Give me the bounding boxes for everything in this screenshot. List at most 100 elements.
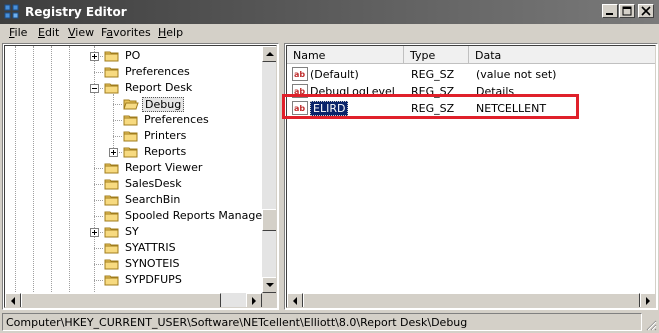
- tree-item[interactable]: Printers: [5, 128, 260, 144]
- scroll-up-button[interactable]: [262, 46, 276, 62]
- current-key-path: Computer\HKEY_CURRENT_USER\Software\NETc…: [2, 313, 642, 331]
- tree-item-label: Reports: [144, 145, 187, 158]
- menu-file[interactable]: File: [9, 26, 27, 39]
- tree-vertical-scrollbar[interactable]: [262, 46, 276, 293]
- expand-button[interactable]: [109, 148, 118, 157]
- list-horizontal-scrollbar[interactable]: [287, 293, 655, 307]
- scroll-right-button[interactable]: [246, 293, 262, 307]
- minus-icon: [92, 88, 97, 89]
- folder-icon: [104, 275, 119, 286]
- tree-item-label: SYNOTEIS: [125, 257, 180, 270]
- svg-text:ab: ab: [294, 70, 305, 79]
- menu-edit[interactable]: Edit: [38, 26, 59, 39]
- resize-grip-icon[interactable]: [645, 319, 657, 331]
- list-scroll-right-button[interactable]: [640, 293, 655, 307]
- key-tree: PO Preferences Report Desk Debug Preferences…: [4, 45, 277, 308]
- arrow-right-icon: [252, 297, 256, 305]
- folder-icon: [104, 259, 119, 270]
- tree-item-label: PO: [125, 49, 141, 62]
- tree-item-label: Debug: [142, 97, 185, 112]
- tree-horizontal-scrollbar[interactable]: [5, 293, 262, 307]
- tree-item[interactable]: Preferences: [5, 112, 260, 128]
- key-tree-pane[interactable]: PO Preferences Report Desk Debug Preferences…: [2, 43, 279, 310]
- folder-icon: [104, 179, 119, 190]
- tree-item[interactable]: Report Desk: [5, 80, 260, 96]
- tree-connector: [94, 264, 103, 265]
- tree-item-label: Report Viewer: [125, 161, 203, 174]
- value-data: (value not set): [476, 68, 557, 81]
- expand-button[interactable]: [90, 228, 99, 237]
- tree-item[interactable]: SYPDFUPS: [5, 272, 260, 288]
- open-folder-icon: [123, 99, 139, 110]
- close-button[interactable]: [638, 4, 654, 18]
- tree-item-label: Preferences: [125, 65, 190, 78]
- tree-connector: [113, 136, 122, 137]
- plus-icon: [92, 54, 97, 59]
- collapse-button[interactable]: [90, 84, 99, 93]
- close-icon: [641, 6, 651, 16]
- folder-icon: [104, 195, 119, 206]
- maximize-icon: [622, 6, 632, 16]
- value-name: (Default): [310, 68, 359, 81]
- tree-item[interactable]: SYNOTEIS: [5, 256, 260, 272]
- tree-item-label: SearchBin: [125, 193, 181, 206]
- tree-connector: [94, 216, 103, 217]
- folder-icon: [104, 243, 119, 254]
- tree-item[interactable]: Spooled Reports Manager: [5, 208, 267, 224]
- folder-icon: [104, 83, 119, 94]
- maximize-button[interactable]: [619, 4, 635, 18]
- list-hscroll-thumb[interactable]: [303, 293, 640, 307]
- expand-button[interactable]: [90, 52, 99, 61]
- tree-item[interactable]: Debug: [5, 96, 260, 112]
- tree-connector: [94, 184, 103, 185]
- minimize-icon: [606, 13, 613, 15]
- tree-connector: [94, 168, 103, 169]
- tree-connector: [113, 120, 122, 121]
- tree-item-label: Printers: [144, 129, 187, 142]
- tree-item[interactable]: Reports: [5, 144, 260, 160]
- menu-help[interactable]: Help: [158, 26, 183, 39]
- tree-item-label: Spooled Reports Manager: [125, 209, 267, 222]
- folder-icon: [104, 163, 119, 174]
- tree-connector: [94, 280, 103, 281]
- minimize-button[interactable]: [602, 4, 618, 18]
- folder-icon: [104, 67, 119, 78]
- scroll-corner: [262, 293, 276, 307]
- folder-icon: [123, 131, 138, 142]
- tree-scroll-thumb[interactable]: [262, 209, 276, 231]
- column-header-type[interactable]: Type: [404, 46, 469, 64]
- tree-item-label: SY: [125, 225, 139, 238]
- registry-editor-icon: [4, 4, 19, 19]
- annotation-highlight-box: [282, 94, 579, 119]
- tree-item[interactable]: Report Viewer: [5, 160, 260, 176]
- menu-view[interactable]: View: [68, 26, 94, 39]
- folder-icon: [123, 115, 138, 126]
- arrow-down-icon: [266, 283, 274, 287]
- tree-item[interactable]: SearchBin: [5, 192, 260, 208]
- value-row[interactable]: ab (Default) REG_SZ (value not set): [287, 66, 655, 83]
- tree-item-label: SYATTRIS: [125, 241, 176, 254]
- tree-connector: [113, 104, 122, 105]
- tree-hscroll-thumb[interactable]: [21, 293, 221, 307]
- values-list-pane[interactable]: Name Type Data ab (Default) REG_SZ (value n…: [284, 43, 658, 310]
- title-bar[interactable]: Registry Editor: [0, 0, 659, 24]
- scroll-left-button[interactable]: [5, 293, 21, 307]
- tree-item[interactable]: SalesDesk: [5, 176, 260, 192]
- column-header-name[interactable]: Name: [287, 46, 404, 64]
- menu-favorites[interactable]: Favorites: [101, 26, 151, 39]
- tree-item[interactable]: SY: [5, 224, 260, 240]
- tree-item[interactable]: PO: [5, 48, 260, 64]
- folder-icon: [104, 227, 119, 238]
- tree-item[interactable]: SYATTRIS: [5, 240, 260, 256]
- arrow-left-icon: [293, 297, 297, 305]
- folder-icon: [123, 147, 138, 158]
- list-scroll-left-button[interactable]: [287, 293, 303, 307]
- scroll-down-button[interactable]: [262, 277, 276, 293]
- tree-item[interactable]: Preferences: [5, 64, 260, 80]
- column-header-data[interactable]: Data: [469, 46, 655, 64]
- tree-item-label: SalesDesk: [125, 177, 182, 190]
- menu-bar: File Edit View Favorites Help: [0, 24, 659, 43]
- values-list: Name Type Data ab (Default) REG_SZ (value n…: [286, 45, 656, 308]
- registry-editor-window: Registry Editor File Edit View Favorites…: [0, 0, 659, 333]
- status-bar: Computer\HKEY_CURRENT_USER\Software\NETc…: [0, 311, 659, 333]
